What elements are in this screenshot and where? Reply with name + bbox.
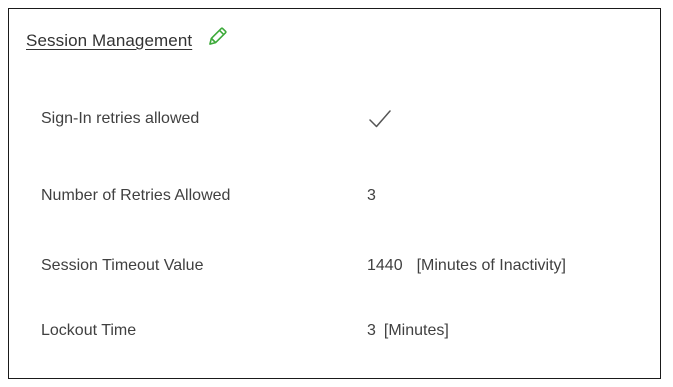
session-timeout-label: Session Timeout Value [41,257,204,274]
retries-allowed-value: 3 [367,187,376,204]
lockout-time-value: 3 [367,322,376,339]
signin-retries-row: Sign-In retries allowed [41,107,393,131]
session-management-panel: Session Management Sign-In retries allow… [8,8,661,379]
session-timeout-row: Session Timeout Value 1440 [Minutes of I… [41,254,566,278]
lockout-time-label: Lockout Time [41,322,137,339]
pencil-icon[interactable] [206,26,228,48]
signin-retries-label: Sign-In retries allowed [41,110,200,127]
retries-allowed-label: Number of Retries Allowed [41,187,231,204]
checkmark-icon [367,108,393,130]
section-title: Session Management [26,31,193,50]
session-timeout-value: 1440 [367,257,403,274]
lockout-time-row: Lockout Time 3 [Minutes] [41,319,449,343]
lockout-time-unit: [Minutes] [383,322,449,339]
session-timeout-unit: [Minutes of Inactivity] [416,257,566,274]
retries-allowed-row: Number of Retries Allowed 3 [41,184,376,208]
section-header: Session Management [26,27,228,51]
